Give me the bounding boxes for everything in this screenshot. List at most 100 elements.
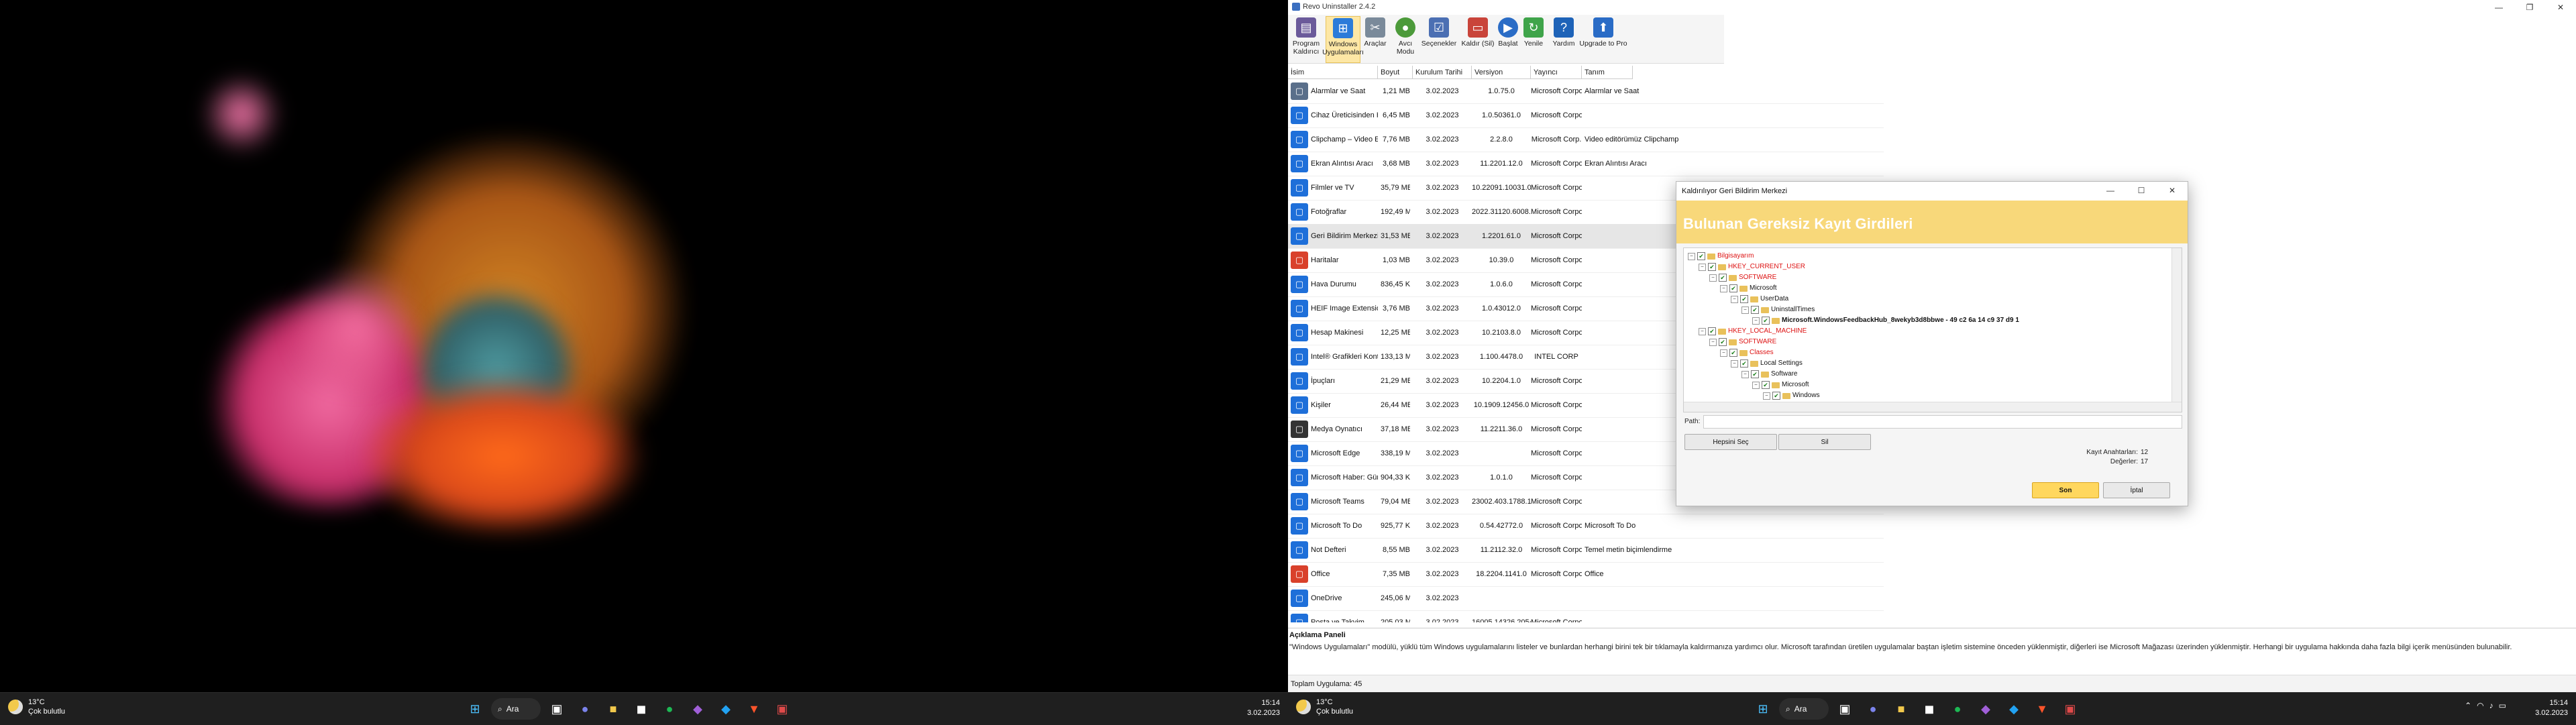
- minimize-button[interactable]: —: [2483, 0, 2514, 15]
- collapse-icon[interactable]: −: [1720, 284, 1727, 292]
- store-icon[interactable]: ◼: [629, 697, 653, 721]
- uninstaller-button[interactable]: ▤ Program Kaldırıcı: [1289, 16, 1323, 62]
- search-button[interactable]: ⌕ Ara: [1779, 698, 1829, 720]
- table-row[interactable]: ▢Posta ve Takvim 205,03 MB 3.02.2023 16005.…: [1288, 610, 1884, 622]
- collapse-icon[interactable]: −: [1720, 349, 1727, 357]
- dialog-maximize-button[interactable]: ☐: [2126, 183, 2157, 198]
- revo-icon[interactable]: ▣: [2058, 697, 2082, 721]
- chevron-up-icon[interactable]: ⌃: [2465, 701, 2471, 710]
- maximize-button[interactable]: ❐: [2514, 0, 2545, 15]
- dialog-minimize-button[interactable]: —: [2095, 183, 2126, 198]
- visual-studio-icon[interactable]: ◆: [686, 697, 710, 721]
- collapse-icon[interactable]: −: [1699, 327, 1706, 335]
- chat-icon[interactable]: ●: [1861, 697, 1885, 721]
- chat-icon[interactable]: ●: [573, 697, 597, 721]
- start-app-button[interactable]: ▶ Başlat: [1496, 16, 1520, 62]
- tree-node[interactable]: − ✔ Software: [1741, 369, 1797, 380]
- tree-node[interactable]: − ✔ UserData: [1731, 294, 1788, 304]
- upgrade-to-pro-button[interactable]: ⬆ Upgrade to Pro: [1578, 16, 1629, 62]
- clock[interactable]: 15:14 3.02.2023: [2535, 698, 2568, 718]
- vscode-icon[interactable]: ◆: [2002, 697, 2026, 721]
- spotify-icon[interactable]: ●: [657, 697, 682, 721]
- hunter-mode-button[interactable]: ● Avcı Modu: [1390, 16, 1421, 62]
- collapse-icon[interactable]: −: [1763, 392, 1770, 400]
- column-header-name[interactable]: İsim: [1288, 66, 1378, 79]
- tree-checkbox[interactable]: ✔: [1751, 306, 1759, 314]
- volume-icon[interactable]: ♪: [2489, 701, 2493, 710]
- tree-node[interactable]: − ✔ Windows: [1763, 390, 1820, 401]
- revo-icon[interactable]: ▣: [770, 697, 794, 721]
- tree-checkbox[interactable]: ✔: [1740, 359, 1748, 368]
- tree-node[interactable]: − ✔ Microsoft: [1752, 380, 1809, 390]
- table-row[interactable]: ▢ Ekran Alıntısı Aracı 3,68 MB 3.02.2023 11.…: [1288, 152, 1884, 176]
- spotify-icon[interactable]: ●: [1945, 697, 1970, 721]
- collapse-icon[interactable]: −: [1699, 263, 1706, 271]
- table-row[interactable]: ▢Microsoft To Do925,77 KB3.02.20230.54.4…: [1288, 514, 1884, 539]
- tree-checkbox[interactable]: ✔: [1762, 381, 1770, 389]
- tree-node[interactable]: − ✔ Classes: [1720, 347, 1774, 358]
- weather-widget[interactable]: 13°C Çok bulutlu: [1296, 698, 1353, 716]
- column-header-version[interactable]: Versiyon: [1472, 66, 1531, 79]
- tree-node[interactable]: − ✔ HKEY_CURRENT_USER: [1699, 262, 1805, 272]
- collapse-icon[interactable]: −: [1709, 274, 1717, 282]
- tree-horizontal-scrollbar[interactable]: [1684, 402, 2182, 412]
- dialog-close-button[interactable]: ✕: [2157, 183, 2188, 198]
- wifi-icon[interactable]: ◠: [2477, 701, 2483, 710]
- tree-node[interactable]: − ✔ UninstallTimes: [1741, 304, 1815, 315]
- tree-vertical-scrollbar[interactable]: [2171, 248, 2182, 402]
- tree-node[interactable]: − ✔ HKEY_LOCAL_MACHINE: [1699, 326, 1807, 337]
- table-row[interactable]: ▢ Not Defteri 8,55 MB 3.02.2023 11.2112.32.0…: [1288, 538, 1884, 563]
- close-button[interactable]: ✕: [2545, 0, 2576, 15]
- collapse-icon[interactable]: −: [1752, 317, 1760, 325]
- collapse-icon[interactable]: −: [1752, 381, 1760, 389]
- brave-icon[interactable]: ▼: [2030, 697, 2054, 721]
- tree-checkbox[interactable]: ✔: [1762, 317, 1770, 325]
- tree-node[interactable]: − ✔ Local Settings: [1731, 358, 1803, 369]
- column-header-install-date[interactable]: Kurulum Tarihi: [1413, 66, 1472, 79]
- search-button[interactable]: ⌕ Ara: [491, 698, 541, 720]
- file-explorer-icon[interactable]: ■: [1889, 697, 1913, 721]
- tree-checkbox[interactable]: ✔: [1729, 284, 1737, 292]
- start-icon[interactable]: ⊞: [463, 697, 487, 721]
- collapse-icon[interactable]: −: [1731, 359, 1738, 368]
- tree-checkbox[interactable]: ✔: [1729, 349, 1737, 357]
- collapse-icon[interactable]: −: [1741, 306, 1749, 314]
- clock[interactable]: 15:14 3.02.2023: [1247, 698, 1280, 718]
- weather-widget[interactable]: 13°C Çok bulutlu: [8, 698, 65, 716]
- help-button[interactable]: ? Yardım: [1551, 16, 1576, 62]
- tree-checkbox[interactable]: ✔: [1708, 263, 1716, 271]
- windows-apps-button[interactable]: ⊞ Windows Uygulamaları: [1322, 16, 1364, 63]
- collapse-icon[interactable]: −: [1709, 338, 1717, 346]
- refresh-button[interactable]: ↻ Yenile: [1521, 16, 1546, 62]
- tree-checkbox[interactable]: ✔: [1740, 295, 1748, 303]
- tree-node[interactable]: − ✔ Microsoft: [1720, 283, 1777, 294]
- task-view-icon[interactable]: ▣: [545, 697, 569, 721]
- select-all-button[interactable]: Hepsini Seç: [1684, 434, 1777, 450]
- tree-checkbox[interactable]: ✔: [1719, 338, 1727, 346]
- cancel-button[interactable]: İptal: [2103, 482, 2170, 498]
- column-header-publisher[interactable]: Yayıncı: [1531, 66, 1582, 79]
- tree-node[interactable]: − ✔ Bilgisayarım: [1688, 251, 1754, 262]
- store-icon[interactable]: ◼: [1917, 697, 1941, 721]
- collapse-icon[interactable]: −: [1731, 295, 1738, 303]
- file-explorer-icon[interactable]: ■: [601, 697, 625, 721]
- table-row[interactable]: ▢Clipchamp – Video Editörü 7,76 MB 3.02.20…: [1288, 127, 1884, 152]
- delete-button[interactable]: Sil: [1778, 434, 1871, 450]
- column-header-size[interactable]: Boyut: [1378, 66, 1413, 79]
- path-field[interactable]: [1703, 415, 2182, 429]
- tree-checkbox[interactable]: ✔: [1772, 392, 1780, 400]
- table-row[interactable]: ▢Cihaz Üreticisinden HEVC Video Uzantıla…: [1288, 103, 1884, 128]
- vscode-icon[interactable]: ◆: [714, 697, 738, 721]
- brave-icon[interactable]: ▼: [742, 697, 766, 721]
- tree-checkbox[interactable]: ✔: [1719, 274, 1727, 282]
- finish-button[interactable]: Son: [2032, 482, 2099, 498]
- battery-icon[interactable]: ▭: [2499, 701, 2506, 710]
- collapse-icon[interactable]: −: [1688, 252, 1695, 260]
- options-button[interactable]: ☑ Seçenekler: [1421, 16, 1456, 62]
- tree-checkbox[interactable]: ✔: [1751, 370, 1759, 378]
- tree-node[interactable]: − ✔ SOFTWARE: [1709, 337, 1776, 347]
- start-icon[interactable]: ⊞: [1751, 697, 1775, 721]
- registry-tree[interactable]: − ✔ Bilgisayarım − ✔ HKEY_CURRENT_USER − ✔ SOFTW…: [1683, 247, 2182, 412]
- tree-node[interactable]: − ✔ SOFTWARE: [1709, 272, 1776, 283]
- tools-button[interactable]: ✂ Araçlar: [1362, 16, 1389, 62]
